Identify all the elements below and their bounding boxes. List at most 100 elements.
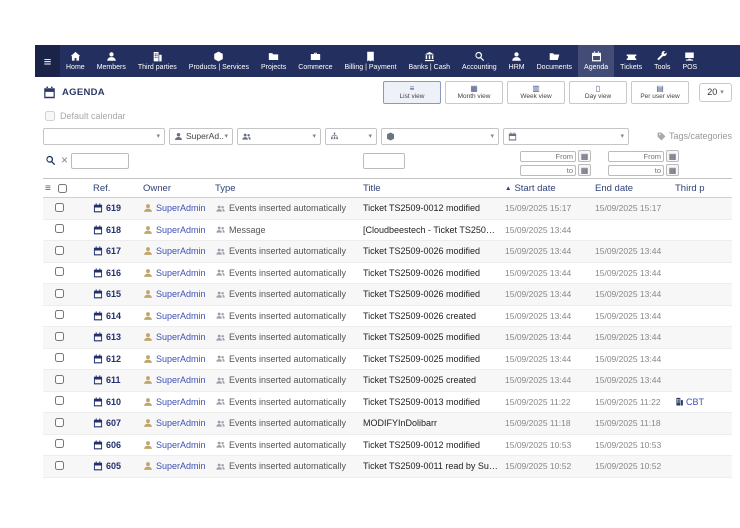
event-ref-link[interactable]: 610 (106, 397, 121, 407)
event-ref[interactable]: 612 (93, 354, 143, 364)
row-checkbox[interactable] (55, 353, 64, 362)
column-header-type[interactable]: Type (215, 183, 363, 194)
nav-item-billing-payment[interactable]: Billing | Payment (339, 45, 403, 77)
row-checkbox[interactable] (55, 224, 64, 233)
nav-item-accounting[interactable]: Accounting (456, 45, 503, 77)
filter-select-event-type[interactable]: ▾ (503, 128, 629, 145)
event-title[interactable]: Ticket TS2509-0026 modified (363, 268, 505, 278)
tags-filter[interactable]: Tags/categories (657, 131, 732, 141)
nav-item-hrm[interactable]: HRM (503, 45, 531, 77)
event-owner-link[interactable]: SuperAdmin (156, 418, 206, 428)
nav-item-projects[interactable]: Projects (255, 45, 292, 77)
event-ref-link[interactable]: 613 (106, 332, 121, 342)
event-owner-link[interactable]: SuperAdmin (156, 354, 206, 364)
row-checkbox[interactable] (55, 246, 64, 255)
start-date-from-input[interactable] (520, 151, 576, 162)
nav-item-agenda[interactable]: Agenda (578, 45, 614, 77)
row-checkbox[interactable] (55, 396, 64, 405)
view-button-day-view[interactable]: ▯Day view (569, 81, 627, 104)
row-checkbox[interactable] (55, 203, 64, 212)
filter-select-assigned-to[interactable]: ▾ (237, 128, 321, 145)
view-button-month-view[interactable]: ▦Month view (445, 81, 503, 104)
event-ref-link[interactable]: 605 (106, 461, 121, 471)
hamburger-menu-icon[interactable]: ≡ (35, 45, 60, 77)
event-title[interactable]: [Cloudbeestech - Ticket TS2509-0026] ... (363, 225, 505, 235)
column-header-start-date[interactable]: ▲Start date (505, 183, 595, 194)
event-ref[interactable]: 618 (93, 225, 143, 235)
search-icon[interactable] (45, 155, 56, 166)
end-date-to-input[interactable] (608, 165, 664, 176)
event-ref[interactable]: 616 (93, 268, 143, 278)
nav-item-tools[interactable]: Tools (648, 45, 676, 77)
row-checkbox[interactable] (55, 289, 64, 298)
row-checkbox[interactable] (55, 375, 64, 384)
datepicker-calendar-icon[interactable]: ▦ (666, 150, 679, 162)
row-checkbox[interactable] (55, 418, 64, 427)
select-all-checkbox[interactable] (58, 184, 67, 193)
view-button-list-view[interactable]: ≡List view (383, 81, 441, 104)
event-ref[interactable]: 617 (93, 246, 143, 256)
column-header-title[interactable]: Title (363, 183, 505, 194)
event-ref[interactable]: 615 (93, 289, 143, 299)
column-header-end-date[interactable]: End date (595, 183, 675, 194)
row-checkbox[interactable] (55, 439, 64, 448)
event-owner-link[interactable]: SuperAdmin (156, 268, 206, 278)
thirdparty-link[interactable]: CBT (686, 397, 704, 407)
event-owner-link[interactable]: SuperAdmin (156, 246, 206, 256)
event-title[interactable]: Ticket TS2509-0012 modified (363, 440, 505, 450)
list-fields-icon[interactable]: ≡ (45, 183, 51, 194)
end-date-from-input[interactable] (608, 151, 664, 162)
row-checkbox[interactable] (55, 310, 64, 319)
event-ref-link[interactable]: 611 (106, 375, 121, 385)
filter-select-element-type[interactable]: ▾ (381, 128, 499, 145)
nav-item-tickets[interactable]: Tickets (614, 45, 648, 77)
event-title[interactable]: Ticket TS2509-0012 modified (363, 203, 505, 213)
filter-select-calendar-type[interactable]: ▾ (43, 128, 165, 145)
event-ref[interactable]: 611 (93, 375, 143, 385)
event-title[interactable]: Ticket TS2509-0013 modified (363, 397, 505, 407)
row-checkbox[interactable] (55, 267, 64, 276)
datepicker-calendar-icon[interactable]: ▦ (666, 164, 679, 176)
event-ref-link[interactable]: 617 (106, 246, 121, 256)
page-size-select[interactable]: 20 ▾ (699, 83, 732, 102)
row-checkbox[interactable] (55, 332, 64, 341)
event-owner-link[interactable]: SuperAdmin (156, 225, 206, 235)
row-checkbox[interactable] (55, 461, 64, 470)
event-ref[interactable]: 607 (93, 418, 143, 428)
event-ref-link[interactable]: 619 (106, 203, 121, 213)
nav-item-pos[interactable]: POS (676, 45, 703, 77)
event-ref-link[interactable]: 606 (106, 440, 121, 450)
event-ref[interactable]: 606 (93, 440, 143, 450)
event-title[interactable]: Ticket TS2509-0026 modified (363, 246, 505, 256)
event-owner-link[interactable]: SuperAdmin (156, 289, 206, 299)
event-title[interactable]: MODIFYInDolibarr (363, 418, 505, 428)
event-owner-link[interactable]: SuperAdmin (156, 311, 206, 321)
nav-item-home[interactable]: Home (60, 45, 91, 77)
event-title[interactable]: Ticket TS2509-0025 modified (363, 332, 505, 342)
event-title[interactable]: Ticket TS2509-0026 created (363, 311, 505, 321)
event-ref[interactable]: 610 (93, 397, 143, 407)
view-button-per-user-view[interactable]: ▤Per user view (631, 81, 689, 104)
datepicker-calendar-icon[interactable]: ▦ (578, 150, 591, 162)
event-owner-link[interactable]: SuperAdmin (156, 397, 206, 407)
column-header-ref[interactable]: Ref. (93, 183, 143, 194)
nav-item-commerce[interactable]: Commerce (292, 45, 338, 77)
event-owner-link[interactable]: SuperAdmin (156, 440, 206, 450)
event-ref-link[interactable]: 618 (106, 225, 121, 235)
title-search-input[interactable] (363, 153, 405, 169)
nav-item-banks-cash[interactable]: Banks | Cash (403, 45, 457, 77)
default-calendar-checkbox[interactable] (45, 111, 55, 121)
event-ref-link[interactable]: 614 (106, 311, 121, 321)
filter-select-owner[interactable]: SuperAd...▾ (169, 128, 233, 145)
event-thirdparty[interactable]: CBT (675, 397, 732, 407)
event-ref-link[interactable]: 612 (106, 354, 121, 364)
event-owner-link[interactable]: SuperAdmin (156, 461, 206, 471)
event-title[interactable]: Ticket TS2509-0011 read by SuperAdmin (363, 461, 505, 471)
clear-search-icon[interactable]: × (61, 153, 68, 167)
view-button-week-view[interactable]: ▥Week view (507, 81, 565, 104)
event-ref-link[interactable]: 607 (106, 418, 121, 428)
event-owner-link[interactable]: SuperAdmin (156, 375, 206, 385)
nav-item-members[interactable]: Members (91, 45, 132, 77)
column-header-third-p[interactable]: Third p (675, 183, 732, 194)
event-ref[interactable]: 614 (93, 311, 143, 321)
